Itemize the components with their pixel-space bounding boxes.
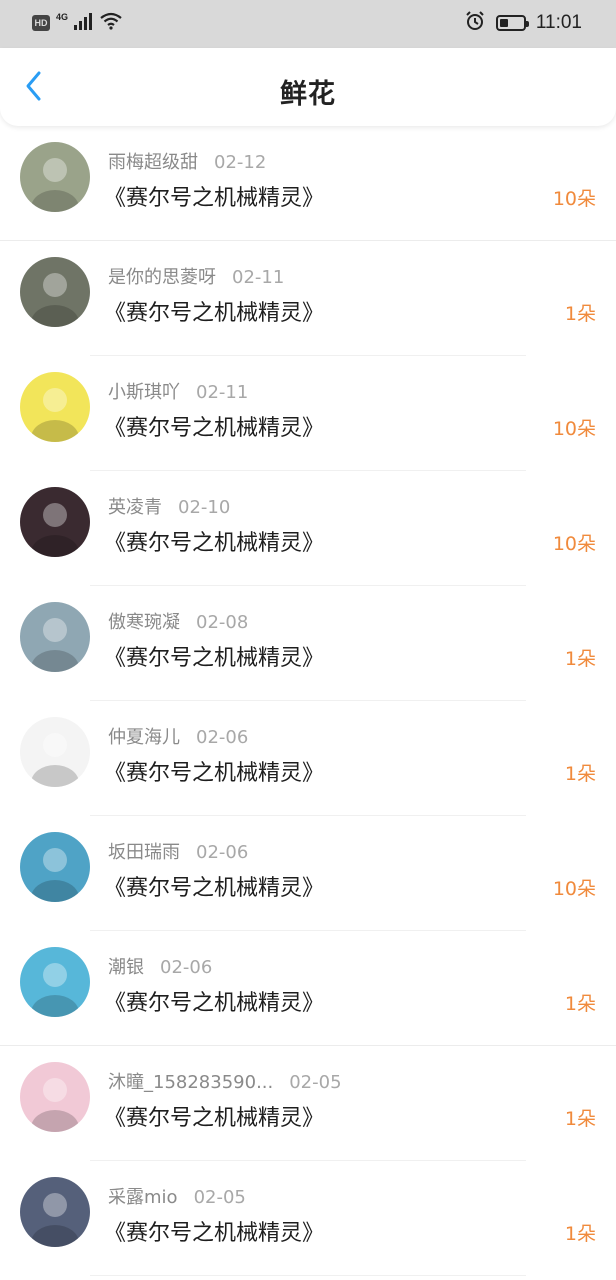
- list-item[interactable]: 坂田瑞雨 02-06 《赛尔号之机械精灵》 10朵: [0, 816, 616, 931]
- avatar[interactable]: [20, 487, 90, 557]
- gift-date: 02-10: [178, 497, 231, 518]
- avatar[interactable]: [20, 1062, 90, 1132]
- gift-date: 02-05: [289, 1072, 342, 1093]
- avatar[interactable]: [20, 142, 90, 212]
- flower-count: 10朵: [552, 878, 596, 900]
- book-title: 《赛尔号之机械精灵》: [104, 301, 325, 326]
- user-name[interactable]: 坂田瑞雨: [108, 838, 180, 864]
- user-line: 傲寒琬凝 02-08: [108, 608, 248, 634]
- flower-count: 1朵: [564, 763, 596, 785]
- flower-count: 1朵: [564, 648, 596, 670]
- flower-count: 10朵: [552, 418, 596, 440]
- book-title: 《赛尔号之机械精灵》: [104, 761, 325, 786]
- user-line: 潮银 02-06: [108, 953, 212, 979]
- list-item[interactable]: 是你的思菱呀 02-11 《赛尔号之机械精灵》 1朵: [0, 241, 616, 356]
- avatar[interactable]: [20, 257, 90, 327]
- list-item[interactable]: 采露mio 02-05 《赛尔号之机械精灵》 1朵: [0, 1161, 616, 1276]
- user-line: 采露mio 02-05: [108, 1183, 246, 1209]
- gift-date: 02-05: [193, 1187, 246, 1208]
- user-name[interactable]: 采露mio: [108, 1183, 178, 1209]
- avatar[interactable]: [20, 372, 90, 442]
- avatar[interactable]: [20, 717, 90, 787]
- user-line: 小斯琪吖 02-11: [108, 378, 248, 404]
- divider: [90, 1275, 526, 1276]
- flower-count: 1朵: [564, 303, 596, 325]
- book-title: 《赛尔号之机械精灵》: [104, 991, 325, 1016]
- gift-date: 02-11: [232, 267, 285, 288]
- user-line: 英凌青 02-10: [108, 493, 230, 519]
- flower-count: 1朵: [564, 1223, 596, 1245]
- page-title: 鲜花: [280, 79, 336, 110]
- status-left: HD 4G: [32, 12, 122, 34]
- book-title: 《赛尔号之机械精灵》: [104, 416, 325, 441]
- list-item[interactable]: 傲寒琬凝 02-08 《赛尔号之机械精灵》 1朵: [0, 586, 616, 701]
- user-line: 仲夏海儿 02-06: [108, 723, 248, 749]
- book-title: 《赛尔号之机械精灵》: [104, 1106, 325, 1131]
- user-name[interactable]: 仲夏海儿: [108, 723, 180, 749]
- list-item[interactable]: 雨梅超级甜 02-12 《赛尔号之机械精灵》 10朵: [0, 126, 616, 241]
- user-name[interactable]: 英凌青: [108, 493, 162, 519]
- gift-date: 02-06: [196, 727, 249, 748]
- flower-count: 10朵: [552, 188, 596, 210]
- user-line: 雨梅超级甜 02-12: [108, 148, 266, 174]
- gift-date: 02-06: [160, 957, 213, 978]
- user-line: 坂田瑞雨 02-06: [108, 838, 248, 864]
- list-item[interactable]: 小斯琪吖 02-11 《赛尔号之机械精灵》 10朵: [0, 356, 616, 471]
- battery-icon: [495, 15, 529, 31]
- user-name[interactable]: 是你的思菱呀: [108, 263, 216, 289]
- signal-icon: [74, 12, 94, 34]
- book-title: 《赛尔号之机械精灵》: [104, 531, 325, 556]
- status-bar: HD 4G 11:01: [0, 0, 616, 48]
- user-line: 是你的思菱呀 02-11: [108, 263, 284, 289]
- book-title: 《赛尔号之机械精灵》: [104, 1221, 325, 1246]
- alarm-icon: [464, 10, 486, 36]
- header: 鲜花: [0, 48, 616, 126]
- list-item[interactable]: 沐瞳_158283590... 02-05 《赛尔号之机械精灵》 1朵: [0, 1046, 616, 1161]
- user-name[interactable]: 沐瞳_158283590...: [108, 1068, 273, 1094]
- clock-time: 11:01: [535, 12, 582, 33]
- gift-date: 02-06: [196, 842, 249, 863]
- flower-gift-list: 雨梅超级甜 02-12 《赛尔号之机械精灵》 10朵 是你的思菱呀 02-11 《赛尔号之机…: [0, 126, 616, 1276]
- hd-badge: HD: [32, 15, 50, 31]
- book-title: 《赛尔号之机械精灵》: [104, 876, 325, 901]
- avatar[interactable]: [20, 1177, 90, 1247]
- user-name[interactable]: 雨梅超级甜: [108, 148, 198, 174]
- flower-count: 10朵: [552, 533, 596, 555]
- list-item[interactable]: 仲夏海儿 02-06 《赛尔号之机械精灵》 1朵: [0, 701, 616, 816]
- list-item[interactable]: 英凌青 02-10 《赛尔号之机械精灵》 10朵: [0, 471, 616, 586]
- gift-date: 02-08: [196, 612, 249, 633]
- list-item[interactable]: 潮银 02-06 《赛尔号之机械精灵》 1朵: [0, 931, 616, 1046]
- avatar[interactable]: [20, 602, 90, 672]
- gift-date: 02-11: [196, 382, 249, 403]
- book-title: 《赛尔号之机械精灵》: [104, 186, 325, 211]
- wifi-icon: [100, 12, 122, 34]
- flower-count: 1朵: [564, 1108, 596, 1130]
- avatar[interactable]: [20, 947, 90, 1017]
- battery-level: [499, 19, 508, 27]
- book-title: 《赛尔号之机械精灵》: [104, 646, 325, 671]
- user-name[interactable]: 潮银: [108, 953, 144, 979]
- gift-date: 02-12: [214, 152, 267, 173]
- network-type: 4G: [56, 12, 69, 22]
- user-line: 沐瞳_158283590... 02-05: [108, 1068, 342, 1094]
- flower-count: 1朵: [564, 993, 596, 1015]
- user-name[interactable]: 傲寒琬凝: [108, 608, 180, 634]
- status-right: 11:01: [464, 10, 582, 36]
- user-name[interactable]: 小斯琪吖: [108, 378, 180, 404]
- avatar[interactable]: [20, 832, 90, 902]
